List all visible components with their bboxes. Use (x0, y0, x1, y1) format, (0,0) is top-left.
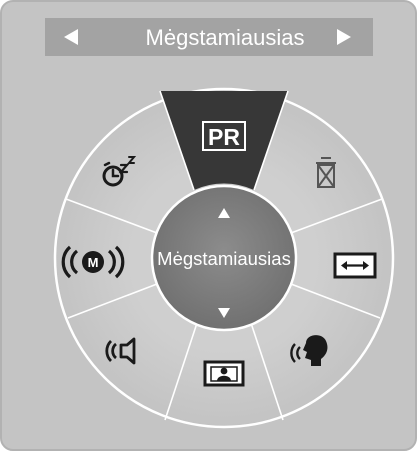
wheel-item-aspect[interactable] (333, 252, 377, 279)
wheel-item-picture[interactable] (203, 360, 245, 387)
picture-mode-icon (203, 360, 245, 387)
header-title: Mėgstamiausias (146, 25, 305, 50)
center-label: Mėgstamiausias (157, 248, 291, 269)
aspect-ratio-icon (333, 252, 377, 279)
center-hub[interactable]: Mėgstamiausias (150, 184, 298, 332)
quick-menu-screen: Mėgstamiausias PR M Mėgstamiausias (0, 0, 417, 451)
header-bar: Mėgstamiausias (45, 18, 373, 56)
svg-text:M: M (88, 255, 99, 270)
wheel-item-pr-label: PR (208, 124, 240, 150)
